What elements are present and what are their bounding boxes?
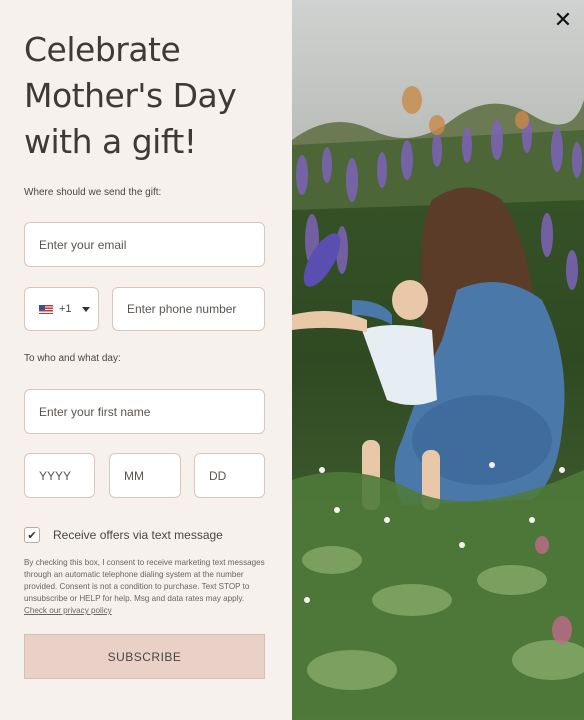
sms-consent-row: ✔ Receive offers via text message [24, 527, 223, 543]
hero-image: ✕ [292, 0, 584, 720]
legal-text: By checking this box, I consent to recei… [24, 558, 265, 603]
us-flag-icon [39, 304, 53, 314]
phone-field[interactable]: Enter phone number [112, 287, 265, 331]
sms-consent-label: Receive offers via text message [53, 528, 223, 542]
first-name-field[interactable]: Enter your first name [24, 389, 265, 434]
country-code-select[interactable]: +1 [24, 287, 99, 331]
email-placeholder: Enter your email [39, 237, 127, 252]
day-field[interactable]: DD [194, 453, 265, 498]
day-placeholder: DD [209, 468, 227, 483]
country-code: +1 [59, 303, 72, 315]
title-line-3: with a gift! [24, 122, 197, 161]
privacy-policy-link[interactable]: Check our privacy policy [24, 606, 112, 615]
mother-child-photo [292, 0, 584, 720]
sms-consent-checkbox[interactable]: ✔ [24, 527, 40, 543]
subscribe-button[interactable]: SUBSCRIBE [24, 634, 265, 679]
checkmark-icon: ✔ [27, 529, 37, 542]
form-panel: Celebrate Mother's Day with a gift! Wher… [0, 0, 292, 720]
legal-disclaimer: By checking this box, I consent to recei… [24, 557, 268, 617]
recipient-prompt: To who and what day: [24, 353, 121, 364]
title-line-2: Mother's Day [24, 76, 237, 115]
first-name-placeholder: Enter your first name [39, 404, 151, 419]
email-prompt: Where should we send the gift: [24, 187, 162, 198]
chevron-down-icon [81, 306, 90, 312]
email-field[interactable]: Enter your email [24, 222, 265, 267]
popup-title: Celebrate Mother's Day with a gift! [24, 0, 268, 165]
month-field[interactable]: MM [109, 453, 181, 498]
title-line-1: Celebrate [24, 30, 181, 69]
year-field[interactable]: YYYY [24, 453, 95, 498]
phone-placeholder: Enter phone number [127, 302, 237, 316]
year-placeholder: YYYY [39, 468, 72, 483]
month-placeholder: MM [124, 468, 144, 483]
close-icon[interactable]: ✕ [552, 9, 574, 31]
mothers-day-popup: Celebrate Mother's Day with a gift! Wher… [0, 0, 584, 720]
